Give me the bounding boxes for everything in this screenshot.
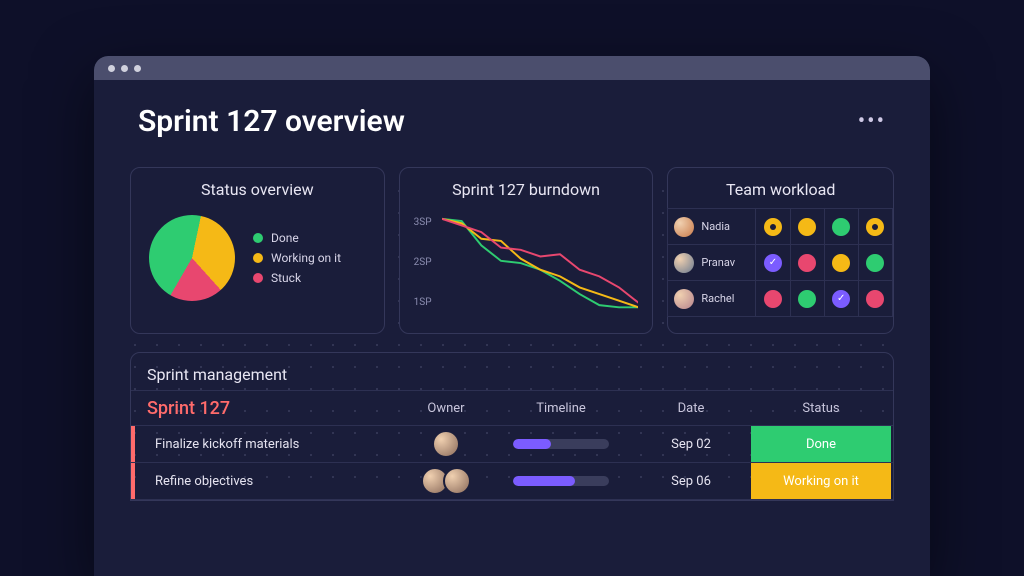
workload-cell[interactable] — [790, 208, 825, 245]
window-dot[interactable] — [134, 65, 141, 72]
workload-dot — [832, 218, 850, 236]
workload-cell[interactable] — [755, 280, 790, 317]
workload-dot — [866, 290, 884, 308]
workload-member[interactable]: Nadia — [667, 208, 756, 245]
pie-legend: Done Working on it Stuck — [253, 231, 341, 285]
add-column-button[interactable]: + — [891, 401, 894, 416]
table-header: Sprint 127 Owner Timeline Date Status + — [131, 390, 893, 426]
team-workload-card: Team workload Nadia Pranav Rachel — [667, 167, 894, 334]
workload-dot — [832, 290, 850, 308]
task-title[interactable]: Finalize kickoff materials — [131, 426, 401, 462]
workload-dot — [798, 218, 816, 236]
workload-cell[interactable] — [790, 280, 825, 317]
window-dot[interactable] — [121, 65, 128, 72]
col-owner: Owner — [401, 401, 491, 416]
owner-cell[interactable] — [401, 430, 491, 458]
app-window: Sprint 127 overview ••• Status overview … — [94, 56, 930, 576]
burndown-card: Sprint 127 burndown 3SP 2SP 1SP — [399, 167, 654, 334]
workload-dot — [764, 254, 782, 272]
legend-label: Done — [271, 231, 299, 245]
sprint-group-label[interactable]: Sprint 127 — [131, 398, 401, 419]
timeline-cell[interactable] — [491, 476, 631, 486]
owner-cell[interactable] — [401, 467, 491, 495]
burndown-chart: 3SP 2SP 1SP — [414, 209, 639, 319]
panel-title: Sprint management — [131, 353, 893, 390]
workload-cell[interactable] — [824, 208, 859, 245]
window-titlebar — [94, 56, 930, 80]
legend-dot — [253, 253, 263, 263]
workload-cell[interactable] — [858, 208, 893, 245]
status-cell[interactable]: Done — [751, 426, 891, 462]
status-pie-chart — [149, 215, 235, 301]
legend-item: Stuck — [253, 271, 341, 285]
table-row[interactable]: Finalize kickoff materials Sep 02 Done — [131, 426, 893, 463]
avatar — [674, 289, 694, 309]
workload-cell[interactable] — [858, 280, 893, 317]
member-name: Rachel — [701, 292, 734, 305]
sprint-management-panel: Sprint management Sprint 127 Owner Timel… — [130, 352, 894, 501]
workload-grid: Nadia Pranav Rachel — [668, 209, 893, 317]
date-cell[interactable]: Sep 06 — [631, 474, 751, 489]
workload-dot — [866, 218, 884, 236]
legend-dot — [253, 273, 263, 283]
y-tick-label: 1SP — [414, 297, 432, 308]
avatar — [432, 430, 460, 458]
status-overview-card: Status overview Done Working on it Stuck — [130, 167, 385, 334]
burndown-line — [442, 219, 639, 307]
task-title[interactable]: Refine objectives — [131, 463, 401, 499]
col-timeline: Timeline — [491, 401, 631, 416]
page-title: Sprint 127 overview — [138, 104, 405, 139]
workload-dot — [832, 254, 850, 272]
avatar — [674, 217, 694, 237]
workload-dot — [798, 254, 816, 272]
y-tick-label: 2SP — [414, 257, 432, 268]
workload-cell[interactable] — [824, 280, 859, 317]
legend-label: Stuck — [271, 271, 301, 285]
workload-cell[interactable] — [790, 244, 825, 281]
timeline-cell[interactable] — [491, 439, 631, 449]
table-row[interactable]: Refine objectives Sep 06 Working on it — [131, 463, 893, 500]
avatar — [443, 467, 471, 495]
card-title: Status overview — [145, 180, 370, 199]
legend-label: Working on it — [271, 251, 341, 265]
card-title: Sprint 127 burndown — [414, 180, 639, 199]
workload-dot — [866, 254, 884, 272]
workload-cell[interactable] — [755, 244, 790, 281]
card-title: Team workload — [668, 180, 893, 199]
workload-member[interactable]: Rachel — [667, 280, 756, 317]
workload-cell[interactable] — [824, 244, 859, 281]
date-cell[interactable]: Sep 02 — [631, 437, 751, 452]
member-name: Nadia — [701, 220, 730, 233]
member-name: Pranav — [701, 256, 735, 269]
workload-dot — [764, 290, 782, 308]
workload-cell[interactable] — [755, 208, 790, 245]
workload-dot — [764, 218, 782, 236]
col-status: Status — [751, 401, 891, 416]
legend-item: Done — [253, 231, 341, 245]
legend-dot — [253, 233, 263, 243]
workload-dot — [798, 290, 816, 308]
y-tick-label: 3SP — [414, 217, 432, 228]
col-date: Date — [631, 401, 751, 416]
workload-cell[interactable] — [858, 244, 893, 281]
workload-member[interactable]: Pranav — [667, 244, 756, 281]
more-menu-button[interactable]: ••• — [858, 109, 886, 134]
avatar — [674, 253, 694, 273]
status-cell[interactable]: Working on it — [751, 463, 891, 499]
window-dot[interactable] — [108, 65, 115, 72]
legend-item: Working on it — [253, 251, 341, 265]
